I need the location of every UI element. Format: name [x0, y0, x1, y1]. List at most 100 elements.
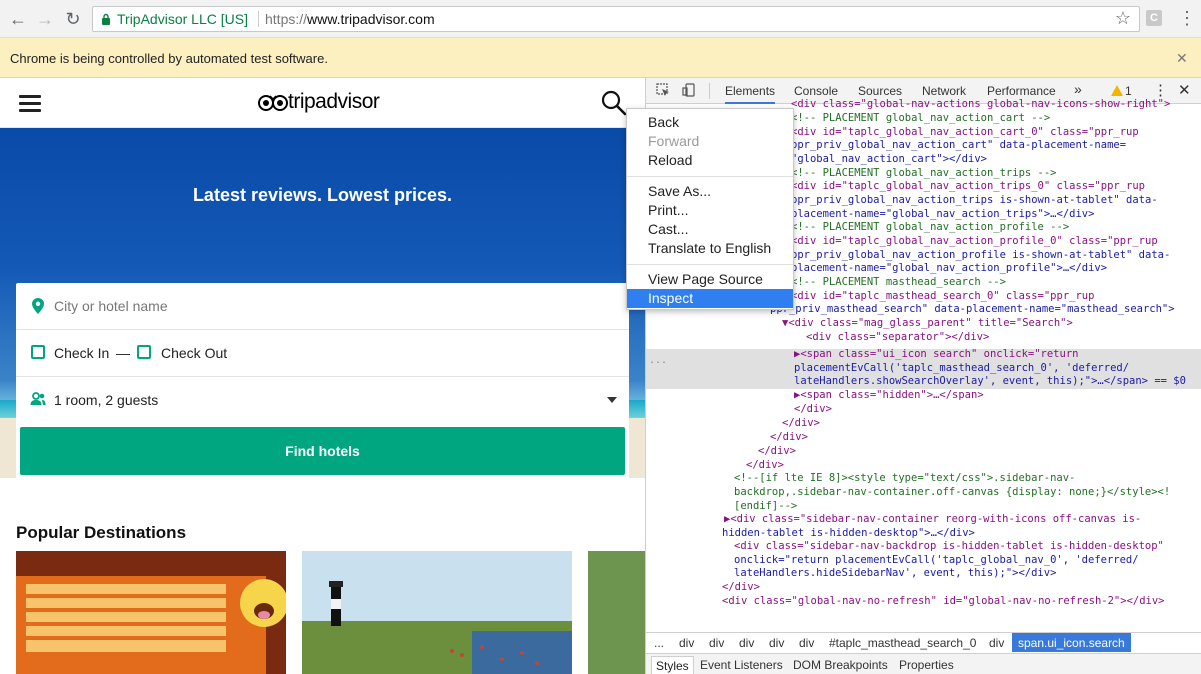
breadcrumb-item[interactable]: div	[739, 636, 754, 650]
menu-item-inspect[interactable]: Inspect	[627, 289, 793, 308]
devtools-menu-icon[interactable]: ⋮	[1153, 81, 1168, 99]
dom-line[interactable]: ▶<span class="hidden">…</span>	[794, 389, 984, 403]
check-out-field[interactable]: Check Out	[161, 345, 227, 361]
guests-icon	[30, 392, 46, 405]
dom-line[interactable]: <div class="separator"></div>	[806, 331, 989, 345]
back-arrow-icon[interactable]: ←	[6, 7, 30, 31]
breadcrumb-item[interactable]: div	[769, 636, 784, 650]
dom-line[interactable]: <!-- PLACEMENT masthead_search -->	[791, 276, 1006, 290]
breadcrumb-item[interactable]: #taplc_masthead_search_0	[829, 636, 976, 650]
dom-line[interactable]: ppr_priv_global_nav_action_profile is-sh…	[791, 249, 1170, 263]
dom-line-selected[interactable]: ▶<span class="ui_icon search" onclick="r…	[794, 348, 1078, 362]
menu-item-translate[interactable]: Translate to English	[627, 239, 793, 258]
tab-network[interactable]: Network	[922, 84, 966, 98]
dom-line[interactable]: </div>	[758, 445, 796, 459]
dom-line[interactable]: </div>	[794, 403, 832, 417]
warning-icon[interactable]	[1111, 85, 1123, 96]
dom-line[interactable]: placement-name="global_nav_action_trips"…	[791, 208, 1094, 222]
dom-line[interactable]: </div>	[770, 431, 808, 445]
find-hotels-button[interactable]: Find hotels	[20, 427, 625, 475]
dom-line[interactable]: placement-name="global_nav_action_profil…	[791, 262, 1107, 276]
forward-arrow-icon[interactable]: →	[33, 7, 57, 31]
destination-card-image[interactable]	[588, 551, 645, 674]
dom-line[interactable]: <div id="taplc_global_nav_action_trips_0…	[791, 180, 1145, 194]
tab-dom-breakpoints[interactable]: DOM Breakpoints	[793, 658, 888, 672]
popular-destinations-heading: Popular Destinations	[16, 523, 187, 542]
dom-line[interactable]: <div class="global-nav-actions global-na…	[791, 98, 1170, 112]
dom-line[interactable]: ppr_priv_global_nav_action_trips is-show…	[791, 194, 1158, 208]
breadcrumb-item-active[interactable]: span.ui_icon.search	[1012, 633, 1131, 652]
hamburger-menu-icon[interactable]	[19, 95, 41, 112]
more-tabs-icon[interactable]: »	[1074, 81, 1082, 97]
node-actions-ellipsis[interactable]: ...	[649, 354, 667, 368]
dom-line[interactable]: [endif]-->	[734, 500, 797, 514]
tab-performance[interactable]: Performance	[987, 84, 1056, 98]
dom-line[interactable]: ppr_priv_masthead_search" data-placement…	[770, 303, 1175, 317]
guests-value: 1 room, 2 guests	[54, 392, 159, 408]
site-identity: TripAdvisor LLC [US]	[117, 11, 248, 27]
menu-item-print[interactable]: Print...	[627, 201, 793, 220]
breadcrumb-item[interactable]: div	[799, 636, 814, 650]
menu-item-cast[interactable]: Cast...	[627, 220, 793, 239]
dom-line-selected[interactable]: placementEvCall('taplc_masthead_search_0…	[794, 362, 1129, 376]
lock-icon	[102, 13, 110, 25]
menu-item-view-source[interactable]: View Page Source	[627, 270, 793, 289]
extension-icon[interactable]: C	[1146, 10, 1162, 26]
tab-properties[interactable]: Properties	[899, 658, 954, 672]
dom-line-selected[interactable]: lateHandlers.showSearchOverlay', event, …	[794, 375, 1186, 389]
breadcrumb-item[interactable]: div	[989, 636, 1004, 650]
tab-sources[interactable]: Sources	[858, 84, 902, 98]
dom-line[interactable]: </div>	[782, 417, 820, 431]
destination-card-image[interactable]	[16, 551, 286, 674]
tab-styles[interactable]: Styles	[651, 656, 694, 674]
inspect-element-icon[interactable]	[655, 83, 671, 99]
dom-line[interactable]: <!-- PLACEMENT global_nav_action_profile…	[791, 221, 1069, 235]
hero-tagline: Latest reviews. Lowest prices.	[192, 185, 453, 205]
site-header: tripadvisor	[0, 78, 645, 128]
dom-line[interactable]: "global_nav_action_cart"></div>	[791, 153, 987, 167]
bookmark-star-icon[interactable]: ☆	[1115, 8, 1131, 29]
breadcrumb-item[interactable]: div	[709, 636, 724, 650]
dom-line[interactable]: ▼<div class="mag_glass_parent" title="Se…	[782, 317, 1073, 331]
tab-elements[interactable]: Elements	[725, 84, 776, 104]
menu-item-back[interactable]: Back	[627, 113, 793, 132]
dom-line[interactable]: </div>	[746, 459, 784, 473]
dom-line[interactable]: <!--[if lte IE 8]><style type="text/css"…	[734, 472, 1075, 486]
dom-line[interactable]: <div id="taplc_masthead_search_0" class=…	[791, 290, 1094, 304]
dom-line[interactable]: ppr_priv_global_nav_action_cart" data-pl…	[791, 139, 1126, 153]
infobar-message: Chrome is being controlled by automated …	[10, 51, 328, 66]
dom-line[interactable]: <div class="global-nav-no-refresh" id="g…	[722, 595, 1165, 609]
dom-line[interactable]: <!-- PLACEMENT global_nav_action_trips -…	[791, 167, 1057, 181]
reload-icon[interactable]: ↻	[61, 7, 85, 31]
breadcrumb-item[interactable]: ...	[654, 636, 664, 650]
search-icon[interactable]	[601, 90, 627, 116]
dom-line[interactable]: onclick="return placementEvCall('taplc_g…	[734, 554, 1139, 568]
breadcrumb-item[interactable]: div	[679, 636, 694, 650]
address-bar[interactable]: TripAdvisor LLC [US] https://www.tripadv…	[92, 6, 1140, 32]
device-toolbar-icon[interactable]	[681, 83, 697, 99]
tab-console[interactable]: Console	[794, 84, 838, 98]
dom-line[interactable]: ▶<div class="sidebar-nav-container reorg…	[724, 513, 1141, 527]
dom-line[interactable]: <div class="sidebar-nav-backdrop is-hidd…	[734, 540, 1164, 554]
dom-line[interactable]: </div>	[722, 581, 760, 595]
dom-line[interactable]: hidden-tablet is-hidden-desktop">…</div>	[722, 527, 975, 541]
dom-line[interactable]: <div id="taplc_global_nav_action_cart_0"…	[791, 126, 1139, 140]
bowling-scoreboard-image	[16, 576, 286, 674]
destination-field[interactable]: City or hotel name	[16, 283, 629, 330]
destination-card-image[interactable]	[302, 551, 572, 674]
menu-item-reload[interactable]: Reload	[627, 151, 793, 170]
devtools-close-icon[interactable]: ✕	[1178, 81, 1191, 99]
dom-line[interactable]: <!-- PLACEMENT global_nav_action_cart --…	[791, 112, 1050, 126]
dom-line[interactable]: <div id="taplc_global_nav_action_profile…	[791, 235, 1158, 249]
menu-item-save-as[interactable]: Save As...	[627, 182, 793, 201]
dates-row: Check In — Check Out	[16, 330, 629, 377]
browser-menu-icon[interactable]: ⋮	[1178, 8, 1196, 29]
guests-field[interactable]: 1 room, 2 guests	[16, 377, 629, 424]
dom-line[interactable]: lateHandlers.hideSidebarNav', event, thi…	[734, 567, 1056, 581]
tripadvisor-logo[interactable]: tripadvisor	[258, 90, 398, 114]
dom-line[interactable]: backdrop,.sidebar-nav-container.off-canv…	[734, 486, 1170, 500]
infobar-close-icon[interactable]: ✕	[1176, 50, 1188, 67]
check-in-field[interactable]: Check In	[54, 345, 109, 361]
tab-event-listeners[interactable]: Event Listeners	[700, 658, 783, 672]
tab-divider	[709, 83, 710, 99]
